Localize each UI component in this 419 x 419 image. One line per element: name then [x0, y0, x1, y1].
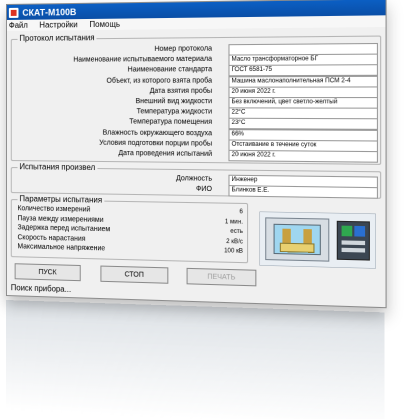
param-value: есть [230, 228, 243, 236]
window-title: СКАТ-М100В [22, 6, 77, 18]
protocol-field-label: Температура помещения [129, 118, 213, 127]
device-image [259, 212, 375, 269]
protocol-group: Протокол испытания Номер протокола Наимен… [10, 33, 382, 165]
device-illustration [259, 212, 375, 269]
menu-settings[interactable]: Настройки [39, 20, 77, 30]
protocol-field-label: Условия подготовки порции пробы [99, 139, 213, 148]
start-button[interactable]: ПУСК [14, 263, 81, 282]
menu-file[interactable]: Файл [9, 21, 28, 30]
param-value: 1 мин. [224, 218, 243, 226]
protocol-field-label: Номер протокола [154, 45, 213, 53]
stop-button[interactable]: СТОП [100, 265, 169, 284]
status-text: Поиск прибора... [10, 283, 72, 295]
protocol-field-label: Дата взятия пробы [149, 87, 213, 95]
protocol-field-label: Температура жидкости [136, 108, 213, 116]
protocol-field-label: Внешний вид жидкости [135, 98, 213, 106]
protocol-field-label: Наименование испытываемого материала [73, 55, 213, 64]
param-label: Задержка перед испытанием [17, 224, 111, 234]
param-label: Количество измерений [17, 205, 91, 214]
window-reflection [6, 300, 385, 419]
app-icon [8, 7, 19, 18]
protocol-group-title: Протокол испытания [17, 33, 97, 43]
protocol-field-label: Влажность окружающего воздуха [102, 129, 213, 137]
param-label: Пауза между измерениями [17, 214, 104, 224]
print-button[interactable]: ПЕЧАТЬ [186, 267, 257, 287]
param-value: 6 [239, 209, 243, 216]
protocol-field-input[interactable]: 20 июня 2022 г. [228, 149, 378, 163]
protocol-row: Объект, из которого взята проба Машина ма… [12, 75, 380, 88]
param-label: Скорость нарастания [17, 234, 86, 243]
protocol-field-label: Наименование стандарта [127, 66, 213, 74]
params-group: Параметры испытания Количество измерений… [10, 194, 249, 264]
position-label: Должность [175, 175, 213, 183]
menu-help[interactable]: Помощь [89, 20, 120, 29]
protocol-row: Внешний вид жидкости Без включений, цвет … [12, 97, 380, 109]
protocol-field-label: Дата проведения испытаний [118, 149, 213, 158]
protocol-row: Дата взятия пробы 20 июня 2022 г. [12, 86, 380, 98]
name-field[interactable]: Блинков Е.Е. [228, 185, 378, 199]
name-label: ФИО [195, 185, 213, 194]
param-label: Максимальное напряжение [17, 243, 106, 253]
protocol-field-label: Объект, из которого взята проба [106, 76, 213, 85]
protocol-row: Дата проведения испытаний 20 июня 2022 г. [12, 148, 380, 163]
param-value: 100 кВ [224, 248, 243, 256]
app-window: СКАТ-М100В Файл Настройки Помощь Протоко… [6, 0, 387, 309]
stage: СКАТ-М100В Файл Настройки Помощь Протоко… [0, 0, 419, 419]
tests-group-title: Испытания произвел [17, 162, 98, 173]
param-value: 2 кВ/с [226, 238, 243, 246]
params-group-title: Параметры испытания [17, 194, 105, 205]
